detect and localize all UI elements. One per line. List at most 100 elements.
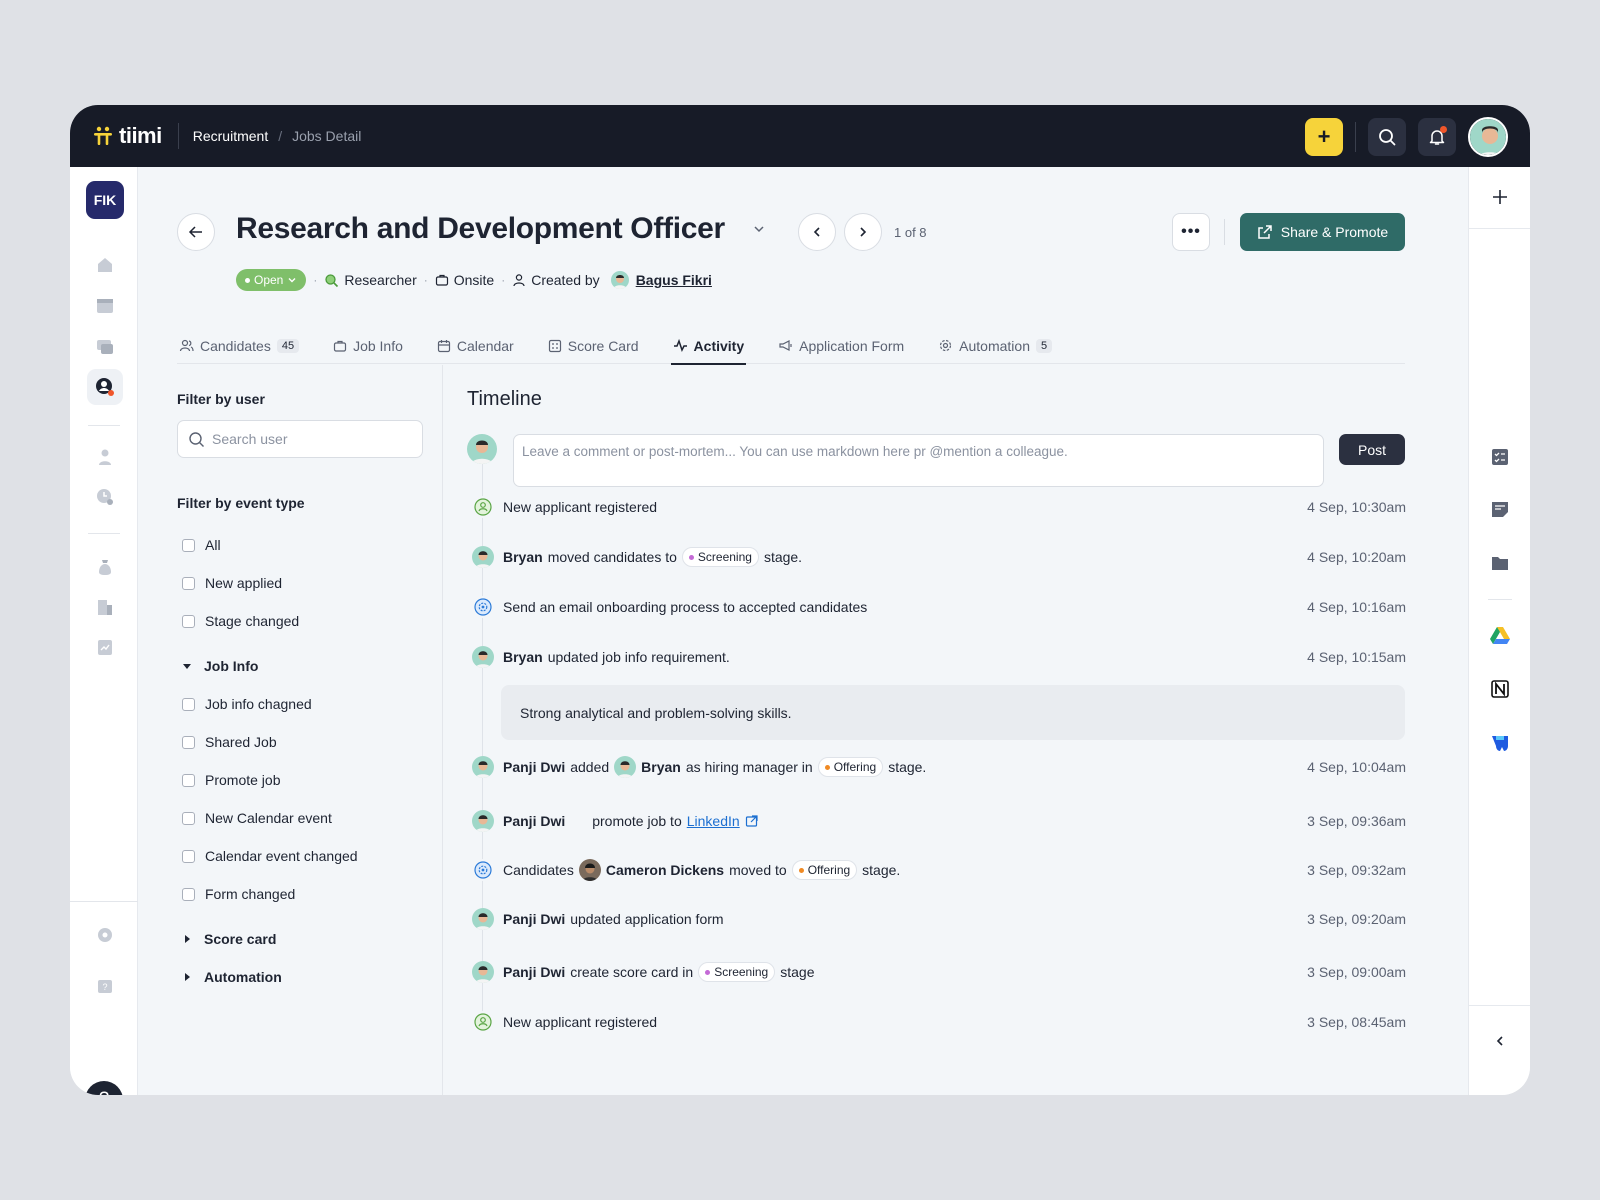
user-avatar-icon xyxy=(472,961,494,983)
search-button[interactable] xyxy=(1368,118,1406,156)
tab-automation[interactable]: Automation 5 xyxy=(936,327,1054,364)
post-button[interactable]: Post xyxy=(1339,434,1405,465)
search-user-field[interactable] xyxy=(177,420,423,458)
filter-calendar-event-changed[interactable]: Calendar event changed xyxy=(182,848,358,864)
user-avatar[interactable] xyxy=(1468,117,1508,157)
filter-stage-changed[interactable]: Stage changed xyxy=(182,613,299,629)
tab-score-card[interactable]: Score Card xyxy=(546,327,641,364)
rail-google-drive[interactable] xyxy=(1488,623,1512,647)
logo[interactable]: tiimi xyxy=(93,123,162,149)
checkbox[interactable] xyxy=(182,576,195,590)
checkbox[interactable] xyxy=(182,773,195,787)
rail-notes[interactable] xyxy=(1488,497,1512,521)
filter-shared-job[interactable]: Shared Job xyxy=(182,734,277,750)
event-tail: stage. xyxy=(763,549,803,565)
checkbox[interactable] xyxy=(182,849,195,863)
filter-new-applied[interactable]: New applied xyxy=(182,575,282,591)
event-user[interactable]: Panji Dwi xyxy=(503,911,565,927)
nav-settings[interactable] xyxy=(87,917,123,953)
add-button[interactable]: + xyxy=(1305,118,1343,156)
filter-new-calendar-event[interactable]: New Calendar event xyxy=(182,810,332,826)
tab-candidates[interactable]: Candidates 45 xyxy=(177,327,301,364)
more-options-button[interactable]: ••• xyxy=(1172,213,1210,251)
creator-link[interactable]: Bagus Fikri xyxy=(636,272,712,288)
nav-home[interactable] xyxy=(87,247,123,283)
filter-job-info-changed[interactable]: Job info chagned xyxy=(182,696,312,712)
recruitment-icon xyxy=(96,378,114,396)
event-user[interactable]: Bryan xyxy=(503,549,543,565)
workspace-switcher[interactable]: FIK xyxy=(86,181,124,219)
nav-payroll[interactable] xyxy=(87,549,123,585)
tab-label: Score Card xyxy=(567,337,639,354)
nav-company[interactable] xyxy=(87,589,123,625)
status-dropdown[interactable]: Open xyxy=(236,269,307,291)
meta-created-by: Created by xyxy=(512,272,600,288)
breadcrumb-root[interactable]: Recruitment xyxy=(193,128,268,144)
rail-app-integration[interactable] xyxy=(1488,731,1512,755)
tab-label: Job Info xyxy=(353,337,403,354)
title-dropdown[interactable] xyxy=(753,222,765,240)
nav-calendar[interactable] xyxy=(87,287,123,323)
nav-messages[interactable] xyxy=(87,329,123,365)
tab-application-form[interactable]: Application Form xyxy=(776,327,906,364)
back-button[interactable] xyxy=(177,213,215,251)
user-avatar-icon xyxy=(472,810,494,832)
rail-files[interactable] xyxy=(1488,551,1512,575)
nav-reports[interactable] xyxy=(87,629,123,665)
prev-job-button[interactable] xyxy=(798,213,836,251)
event-user-2[interactable]: Cameron Dickens xyxy=(606,862,724,878)
next-job-button[interactable] xyxy=(844,213,882,251)
tab-job-info[interactable]: Job Info xyxy=(331,327,405,364)
event-user[interactable]: Bryan xyxy=(503,649,543,665)
tab-calendar[interactable]: Calendar xyxy=(435,327,516,364)
rail-checklist[interactable] xyxy=(1488,445,1512,469)
tiimi-logo-icon xyxy=(93,125,115,147)
event-time: 3 Sep, 08:45am xyxy=(1307,1014,1406,1030)
filter-promote-job[interactable]: Promote job xyxy=(182,772,280,788)
nav-help-center[interactable]: ? xyxy=(87,969,123,1005)
checkbox[interactable] xyxy=(182,538,195,552)
linkedin-link[interactable]: LinkedIn xyxy=(687,813,740,829)
divider xyxy=(1224,219,1225,245)
event-action: create score card in xyxy=(570,964,694,980)
location-label: Onsite xyxy=(453,272,495,288)
nav-people[interactable] xyxy=(87,439,123,475)
group-automation[interactable]: Automation xyxy=(182,969,282,985)
checkbox[interactable] xyxy=(182,811,195,825)
event-user-2[interactable]: Bryan xyxy=(641,759,681,775)
timeline-title: Timeline xyxy=(467,388,542,410)
share-promote-button[interactable]: Share & Promote xyxy=(1240,213,1405,251)
tab-activity[interactable]: Activity xyxy=(670,327,747,365)
checkbox[interactable] xyxy=(182,735,195,749)
filter-form-changed[interactable]: Form changed xyxy=(182,886,295,902)
checkbox[interactable] xyxy=(182,887,195,901)
new-applicant-icon xyxy=(472,496,494,518)
checkbox[interactable] xyxy=(182,697,195,711)
rail-add-button[interactable] xyxy=(1488,185,1512,209)
arrow-left-icon xyxy=(188,226,202,238)
timeline-panel: Timeline Post New applicant registered 4… xyxy=(443,365,1468,1095)
left-sidebar: FIK ? xyxy=(70,167,138,1095)
stage-label: Screening xyxy=(714,965,769,979)
event-user[interactable]: Panji Dwi xyxy=(503,964,565,980)
group-job-info[interactable]: Job Info xyxy=(182,658,258,674)
notifications-button[interactable] xyxy=(1418,118,1456,156)
event-time: 4 Sep, 10:16am xyxy=(1307,599,1406,615)
stage-badge: Offering xyxy=(817,757,884,777)
external-link-icon[interactable] xyxy=(745,814,759,828)
search-user-input[interactable] xyxy=(212,431,402,447)
nav-recruitment[interactable] xyxy=(87,369,123,405)
rail-collapse-button[interactable] xyxy=(1488,1029,1512,1053)
comment-box[interactable] xyxy=(513,434,1324,487)
group-score-card[interactable]: Score card xyxy=(182,931,276,947)
event-user[interactable]: Panji Dwi xyxy=(503,813,565,829)
nav-time-settings[interactable] xyxy=(87,479,123,515)
comment-input[interactable] xyxy=(522,444,1315,480)
event-action: moved candidates to xyxy=(547,549,677,565)
event-user[interactable]: Panji Dwi xyxy=(503,759,565,775)
filter-all[interactable]: All xyxy=(182,537,221,553)
event-text: New applicant registered xyxy=(503,1014,658,1030)
help-button[interactable]: ? xyxy=(85,1081,123,1095)
checkbox[interactable] xyxy=(182,614,195,628)
rail-notion[interactable] xyxy=(1488,677,1512,701)
